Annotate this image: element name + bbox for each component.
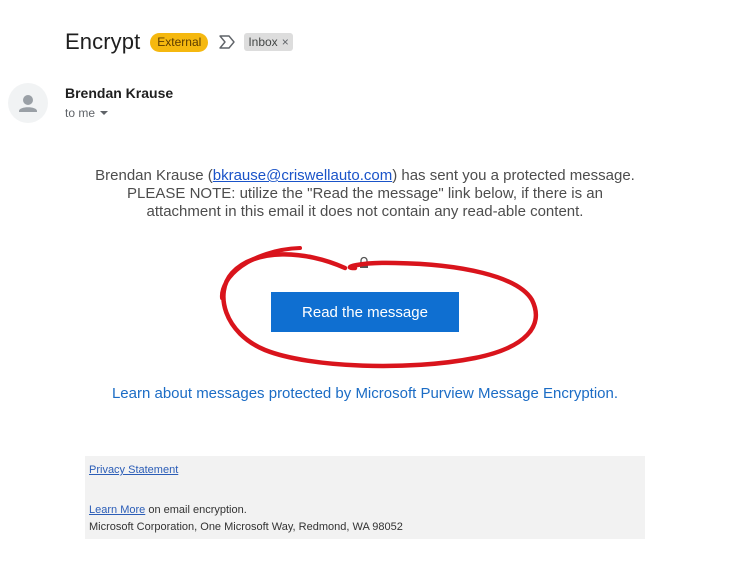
avatar (8, 83, 48, 123)
recipient-details-toggle[interactable]: to me (65, 106, 109, 120)
inbox-label-text: Inbox (248, 35, 278, 49)
recipient-label: to me (65, 106, 96, 120)
lock-icon (360, 256, 368, 268)
sender-email-link[interactable]: bkrause@criswellauto.com (213, 167, 392, 184)
message-intro: Brendan Krause (bkrause@criswellauto.com… (95, 167, 635, 221)
caret-down-icon[interactable] (100, 111, 109, 115)
learn-more-suffix: on email encryption. (145, 504, 247, 516)
sender-name: Brendan Krause (65, 85, 174, 101)
company-address: Microsoft Corporation, One Microsoft Way… (89, 521, 403, 533)
learn-more-link[interactable]: Learn More (89, 504, 145, 516)
remove-label-icon[interactable]: × (282, 35, 289, 49)
inbox-label: Inbox × (244, 33, 293, 51)
privacy-statement-link[interactable]: Privacy Statement (89, 464, 178, 476)
person-icon (19, 95, 37, 112)
important-marker-icon[interactable] (218, 35, 236, 49)
learn-about-encryption-link[interactable]: Learn about messages protected by Micros… (110, 385, 620, 403)
email-subject: Encrypt (65, 29, 141, 54)
read-message-button[interactable]: Read the message (271, 292, 459, 332)
subject-row: Encrypt External Inbox × (65, 27, 293, 57)
learn-more-line: Learn More on email encryption. (89, 504, 247, 516)
external-badge: External (150, 32, 209, 52)
intro-text-before: Brendan Krause ( (95, 167, 213, 184)
footer: Privacy Statement Learn More on email en… (85, 456, 645, 539)
